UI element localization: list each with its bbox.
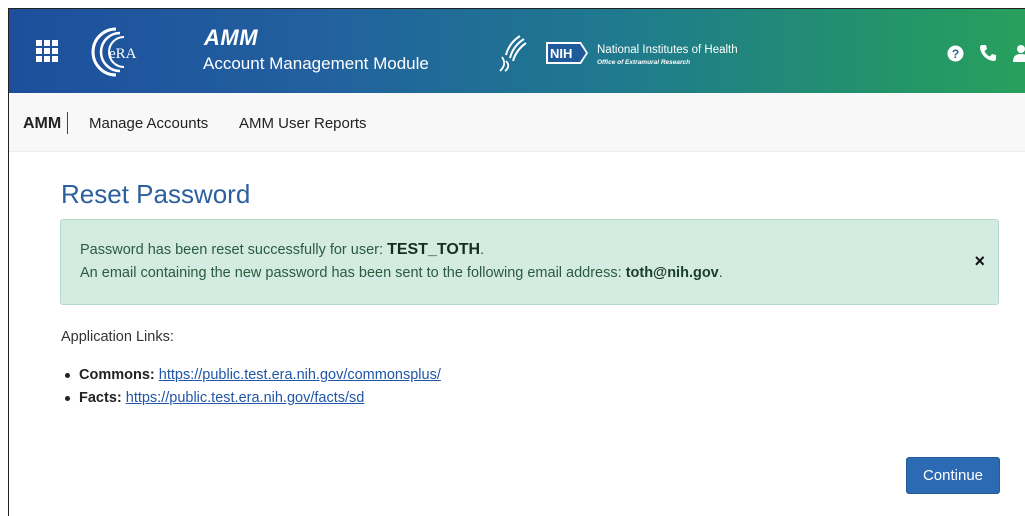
help-icon[interactable]: ? — [947, 45, 964, 62]
nih-subtitle: Office of Extramural Research — [597, 59, 691, 66]
nih-badge-text: NIH — [550, 46, 572, 61]
nav-manage-accounts[interactable]: Manage Accounts — [89, 115, 208, 132]
link-label-facts: Facts: — [79, 390, 122, 406]
apps-grid-icon[interactable] — [36, 40, 58, 62]
alert-email-suffix: . — [718, 265, 723, 281]
app-window: eRA AMM Account Management Module NIH Na… — [8, 8, 1025, 516]
alert-close-icon[interactable]: × — [974, 252, 985, 270]
subnav-brand[interactable]: AMM — [23, 115, 61, 133]
svg-text:?: ? — [952, 47, 959, 61]
link-label-commons: Commons: — [79, 367, 155, 383]
header-bar: eRA AMM Account Management Module NIH Na… — [9, 9, 1025, 93]
nav-amm-user-reports[interactable]: AMM User Reports — [239, 115, 367, 132]
list-item: Facts: https://public.test.era.nih.gov/f… — [61, 390, 441, 413]
hhs-eagle-icon — [499, 35, 527, 72]
page-title: Reset Password — [61, 179, 251, 209]
application-links-heading: Application Links: — [61, 329, 174, 345]
nih-title: National Institutes of Health — [597, 44, 738, 56]
alert-username: TEST_TOTH — [387, 241, 481, 258]
subnav-divider — [67, 112, 68, 134]
bullet-icon — [65, 396, 70, 401]
user-icon[interactable] — [1012, 44, 1025, 62]
success-alert: Password has been reset successfully for… — [60, 219, 999, 305]
facts-link[interactable]: https://public.test.era.nih.gov/facts/sd — [126, 390, 365, 406]
app-subtitle: Account Management Module — [203, 54, 429, 73]
alert-email-prefix: An email containing the new password has… — [80, 265, 626, 281]
alert-line-email: An email containing the new password has… — [80, 265, 723, 281]
logo-text: eRA — [109, 46, 137, 62]
list-item: Commons: https://public.test.era.nih.gov… — [61, 367, 441, 390]
sub-navigation: AMM Manage Accounts AMM User Reports — [9, 93, 1025, 152]
era-logo[interactable]: eRA — [86, 25, 148, 79]
alert-user-prefix: Password has been reset successfully for… — [80, 242, 388, 258]
phone-icon[interactable] — [979, 44, 997, 62]
alert-email: toth@nih.gov — [625, 265, 719, 281]
alert-line-user: Password has been reset successfully for… — [80, 241, 484, 259]
commons-link[interactable]: https://public.test.era.nih.gov/commonsp… — [159, 367, 441, 383]
alert-user-suffix: . — [480, 242, 485, 258]
nih-logo-badge: NIH — [546, 42, 588, 64]
bullet-icon — [65, 373, 70, 378]
application-links-list: Commons: https://public.test.era.nih.gov… — [61, 367, 441, 413]
continue-button[interactable]: Continue — [906, 457, 1000, 494]
app-name: AMM — [204, 25, 259, 50]
